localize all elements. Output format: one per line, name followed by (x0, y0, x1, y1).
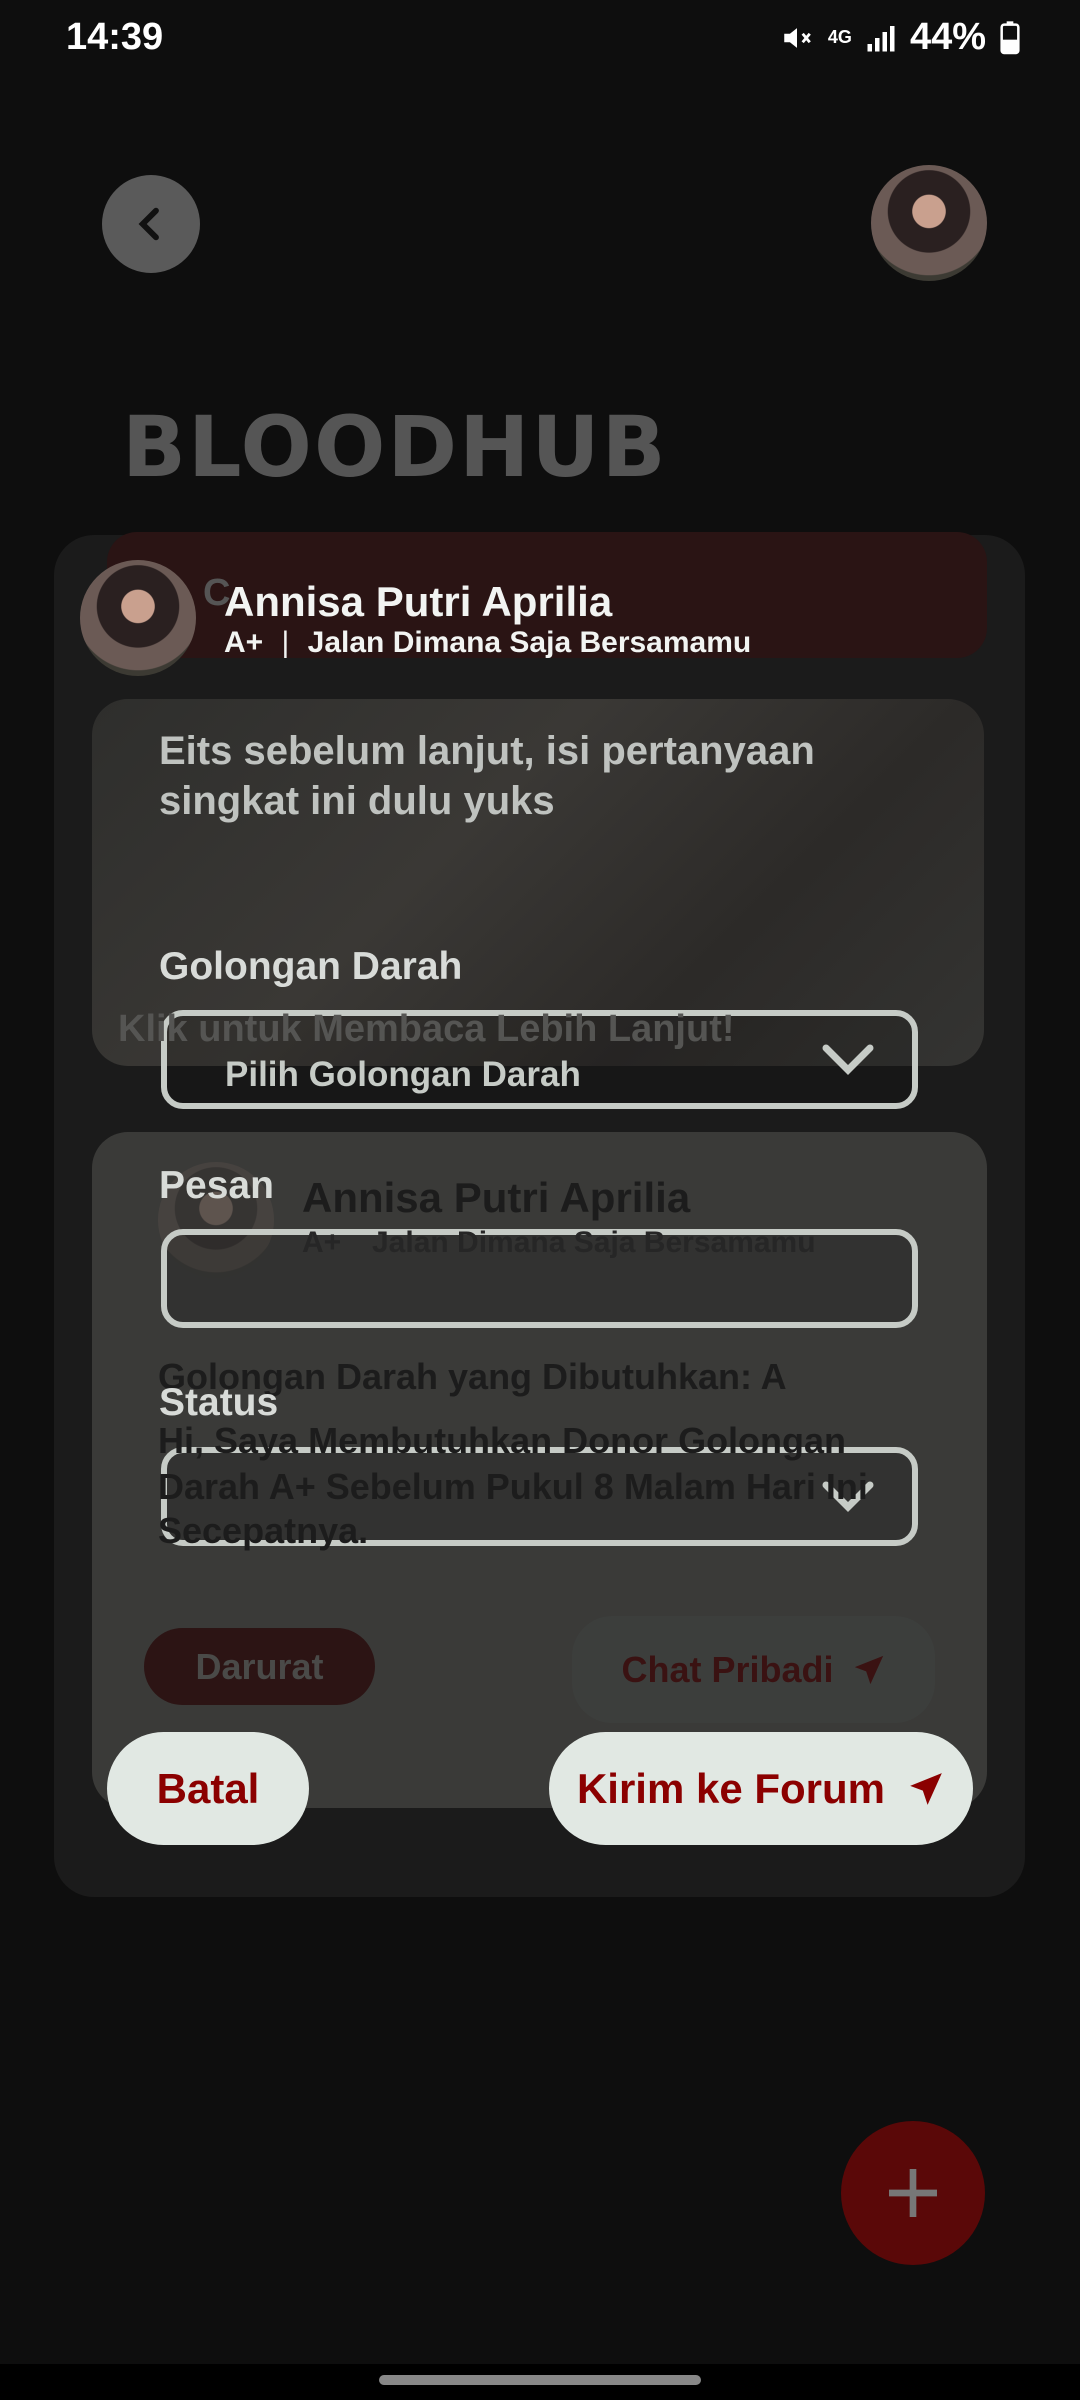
clock: 14:39 (66, 16, 164, 58)
signal-icon (867, 25, 895, 51)
profile-avatar[interactable] (871, 165, 987, 281)
user-address: Jalan Dimana Saja Bersamamu (307, 626, 752, 659)
user-info: A+ | Jalan Dimana Saja Bersamamu (224, 626, 751, 660)
status-label: Status (159, 1381, 279, 1424)
blood-type-placeholder: Pilih Golongan Darah (225, 1054, 581, 1094)
network-type: 4G (827, 27, 852, 47)
home-gesture-handle[interactable] (379, 2375, 701, 2385)
app-logo: BLOODHUB (122, 398, 668, 496)
submit-label: Kirim ke Forum (576, 1764, 886, 1812)
post-address: Jalan Dimana Saja Bersamamu (372, 1226, 816, 1259)
blood-type-label: Golongan Darah (159, 945, 463, 988)
chat-label: Chat Pribadi (621, 1648, 834, 1690)
send-icon (910, 1772, 942, 1805)
dialog-intro: Eits sebelum lanjut, isi pertanyaan sing… (159, 729, 815, 823)
plus-icon (889, 2169, 937, 2217)
user-avatar (80, 560, 196, 676)
post-message-line: Darah A+ Sebelum Pukul 8 Malam Hari Ini (158, 1466, 868, 1507)
message-label: Pesan (159, 1164, 274, 1207)
read-more-link: Klik untuk Membaca Lebih Lanjut! (118, 1008, 735, 1050)
battery-icon (1000, 20, 1020, 54)
cancel-button[interactable]: Batal (107, 1732, 309, 1845)
status-bar: 14:39 4G 44% (0, 0, 1080, 80)
send-icon (854, 1655, 883, 1684)
post-blood: A+ (302, 1226, 342, 1259)
add-post-button[interactable] (841, 2121, 985, 2265)
status-badge: Darurat (144, 1628, 375, 1705)
mute-icon (784, 27, 811, 48)
separator: | (281, 626, 290, 659)
chat-button: Chat Pribadi (572, 1616, 935, 1723)
chevron-left-icon (138, 207, 159, 241)
submit-forum-button[interactable]: Kirim ke Forum (549, 1732, 973, 1845)
user-name: Annisa Putri Aprilia (224, 578, 613, 625)
post-message-line: Secepatnya. (158, 1510, 369, 1551)
post-name: Annisa Putri Aprilia (302, 1174, 691, 1221)
cancel-label: Batal (156, 1764, 260, 1812)
back-button[interactable] (102, 175, 200, 273)
post-message-line: Hi, Saya Membutuhkan Donor Golongan (158, 1420, 847, 1461)
battery-percent: 44% (909, 16, 986, 58)
user-blood-type: A+ (224, 626, 264, 659)
chevron-down-icon (822, 1044, 874, 1075)
